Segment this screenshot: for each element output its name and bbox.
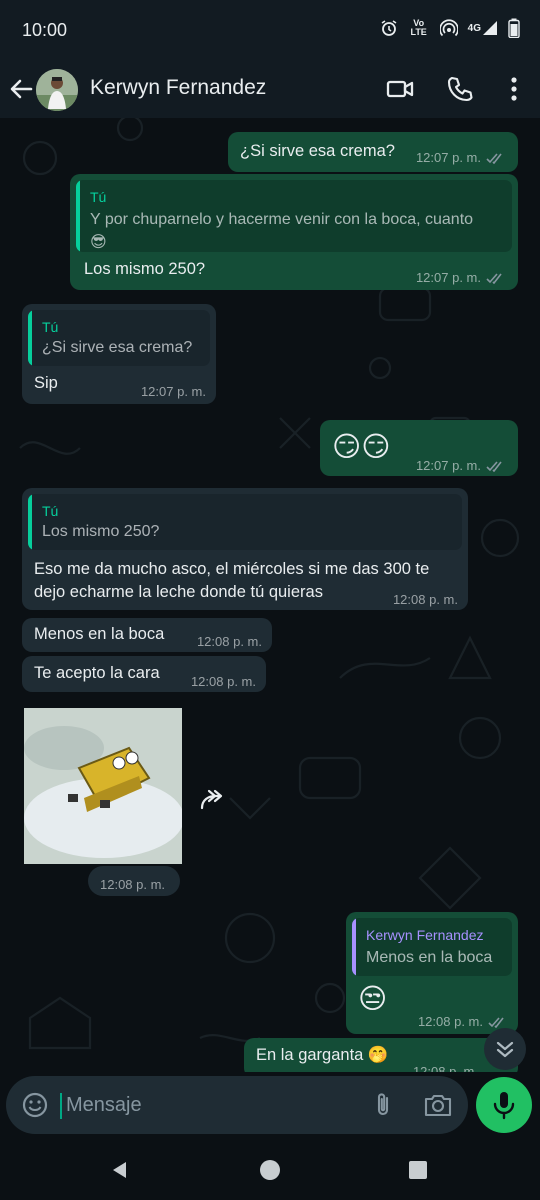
- mic-button[interactable]: [476, 1077, 532, 1133]
- chat-area[interactable]: ¿Si sirve esa crema? 12:07 p. m. Tú Y po…: [0, 118, 540, 1072]
- message-bubble-outgoing[interactable]: Kerwyn Fernandez Menos en la boca 😒 12:0…: [346, 912, 518, 1034]
- message-text: En la garganta 🤭: [256, 1046, 389, 1064]
- time-label: 12:08 p. m.: [417, 1014, 483, 1029]
- contact-name[interactable]: Kerwyn Fernandez: [90, 76, 266, 100]
- avatar[interactable]: [36, 69, 78, 111]
- time-label: 12:08 p. m.: [196, 634, 262, 649]
- double-check-icon: [486, 152, 502, 164]
- double-check-icon: [488, 1016, 504, 1028]
- composer: [0, 1072, 540, 1140]
- time-label: 12:08 p. m.: [100, 877, 166, 892]
- message-text: Menos en la boca: [34, 625, 165, 643]
- quote-bar: [28, 310, 32, 366]
- status-bar: 10:00 Vo LTE 4G: [0, 0, 540, 60]
- volte-label: Vo LTE: [410, 18, 427, 37]
- text-caret: [60, 1093, 62, 1119]
- quote-bar: [352, 918, 356, 976]
- message-emoji: 😏😏: [332, 431, 391, 462]
- back-arrow-icon[interactable]: [6, 74, 36, 104]
- time-label: 12:08 p. m.: [190, 674, 256, 689]
- hotspot-icon: [439, 19, 458, 37]
- message-time: 12:08 p. m.: [197, 630, 262, 653]
- quote-author: Tú: [90, 189, 107, 205]
- quote-bar: [76, 180, 80, 252]
- message-time: 12:07 p. m.: [416, 454, 506, 477]
- quote-bar: [28, 494, 32, 550]
- message-time: 12:07 p. m.: [141, 380, 206, 403]
- quote-text: ¿Si sirve esa crema?: [42, 339, 193, 356]
- status-time: 10:00: [22, 20, 68, 40]
- message-text: Eso me da mucho asco, el miércoles si me…: [34, 560, 430, 601]
- quote-text: Y por chuparnelo y hacerme venir con la …: [90, 211, 474, 251]
- camera-icon[interactable]: [422, 1090, 454, 1120]
- quoted-message[interactable]: Tú Y por chuparnelo y hacerme venir con …: [76, 180, 512, 252]
- quoted-message[interactable]: Tú ¿Si sirve esa crema?: [28, 310, 210, 366]
- double-check-icon: [486, 460, 502, 472]
- sticker-time-badge: 12:08 p. m.: [88, 866, 180, 896]
- nav-recents-icon[interactable]: [406, 1158, 430, 1182]
- battery-icon: [508, 18, 520, 38]
- message-emoji: 😒: [358, 983, 388, 1014]
- time-label: 12:08 p. m.: [392, 592, 458, 607]
- double-check-icon: [486, 272, 502, 284]
- quoted-message[interactable]: Kerwyn Fernandez Menos en la boca: [352, 918, 512, 976]
- time-label: 12:08 p. m.: [412, 1064, 478, 1072]
- message-time: 12:08 p. m.: [393, 588, 458, 611]
- sticker-image: [24, 708, 184, 864]
- volte-icon: Vo LTE: [408, 19, 430, 37]
- scroll-down-button[interactable]: [484, 1028, 526, 1070]
- time-label: 12:07 p. m.: [140, 384, 206, 399]
- message-input[interactable]: [66, 1089, 346, 1121]
- chat-header: Kerwyn Fernandez: [0, 60, 540, 118]
- time-label: 12:07 p. m.: [415, 270, 481, 285]
- forward-icon[interactable]: [196, 784, 228, 816]
- time-label: 12:07 p. m.: [415, 458, 481, 473]
- message-time: 12:08 p. m.: [191, 670, 256, 693]
- video-call-icon[interactable]: [384, 73, 416, 105]
- quote-text: Menos en la boca: [366, 949, 493, 966]
- scroll-down-icon: [496, 1041, 514, 1058]
- message-time: 12:07 p. m.: [416, 146, 506, 169]
- message-bubble-outgoing[interactable]: 😏😏 12:07 p. m.: [320, 420, 518, 476]
- mic-icon: [493, 1092, 515, 1120]
- message-time: 12:08 p. m.: [413, 1060, 478, 1072]
- nav-back-icon[interactable]: [108, 1158, 132, 1182]
- time-label: 12:07 p. m.: [415, 150, 481, 165]
- more-vert-icon[interactable]: [498, 73, 530, 105]
- message-bubble-incoming[interactable]: Tú Los mismo 250? Eso me da mucho asco, …: [22, 488, 468, 610]
- message-bubble-outgoing[interactable]: En la garganta 🤭 12:08 p. m.: [244, 1038, 518, 1072]
- quoted-message[interactable]: Tú Los mismo 250?: [28, 494, 462, 550]
- quote-author: Kerwyn Fernandez: [366, 927, 484, 943]
- message-bubble-incoming[interactable]: Tú ¿Si sirve esa crema? Sip 12:07 p. m.: [22, 304, 216, 404]
- message-text: ¿Si sirve esa crema?: [240, 142, 395, 160]
- sticker-message[interactable]: [24, 708, 184, 864]
- message-text: Te acepto la cara: [34, 664, 160, 682]
- message-input-pill[interactable]: [6, 1076, 468, 1134]
- emoji-icon[interactable]: [20, 1090, 50, 1120]
- message-bubble-outgoing[interactable]: Tú Y por chuparnelo y hacerme venir con …: [70, 174, 518, 290]
- message-text: Sip: [34, 374, 58, 392]
- message-text: Los mismo 250?: [84, 260, 206, 278]
- phone-icon[interactable]: [444, 73, 476, 105]
- message-bubble-incoming[interactable]: Menos en la boca 12:08 p. m.: [22, 618, 272, 652]
- message-time: 12:07 p. m.: [416, 266, 506, 289]
- quote-text: Los mismo 250?: [42, 523, 160, 540]
- message-bubble-incoming[interactable]: Te acepto la cara 12:08 p. m.: [22, 656, 266, 692]
- status-icons: Vo LTE 4G: [380, 18, 520, 38]
- nav-home-icon[interactable]: [258, 1158, 282, 1182]
- alarm-icon: [380, 19, 398, 37]
- network-label: 4G: [467, 22, 481, 34]
- message-bubble-outgoing[interactable]: ¿Si sirve esa crema? 12:07 p. m.: [228, 132, 518, 172]
- system-nav-bar: [0, 1140, 540, 1200]
- attach-icon[interactable]: [368, 1090, 398, 1120]
- signal-icon: 4G: [468, 20, 498, 36]
